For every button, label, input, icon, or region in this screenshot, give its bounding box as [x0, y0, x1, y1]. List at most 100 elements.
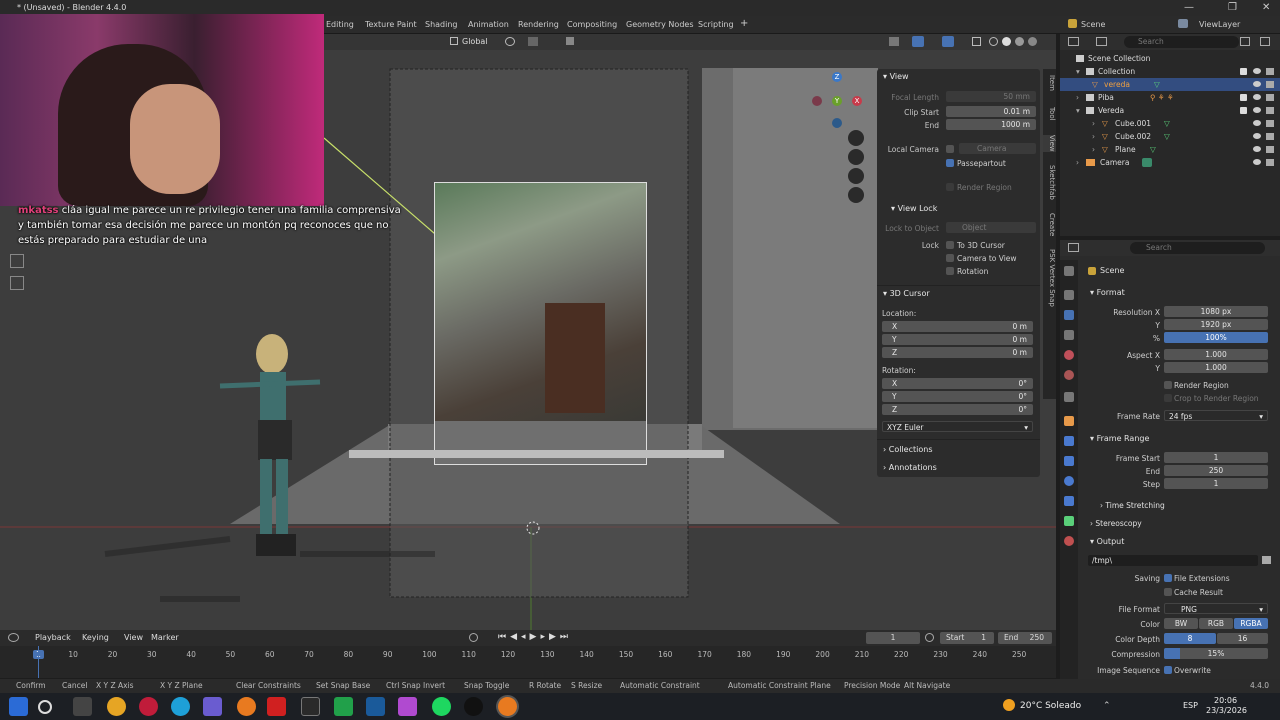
eye-icon[interactable]: [1253, 68, 1261, 74]
step-field[interactable]: 1: [1164, 478, 1268, 489]
xray-icon[interactable]: [972, 37, 981, 46]
pycharm-icon[interactable]: [334, 697, 353, 716]
marker-menu[interactable]: Marker: [151, 633, 179, 642]
view-layer-tab-icon[interactable]: [1064, 330, 1074, 340]
video-app-icon[interactable]: [267, 697, 286, 716]
local-camera-checkbox[interactable]: [946, 145, 954, 153]
file-extensions-checkbox[interactable]: [1164, 574, 1172, 582]
solid-shading-icon[interactable]: [1002, 37, 1011, 46]
cache-result-checkbox[interactable]: [1164, 588, 1172, 596]
cursor-rot-z-field[interactable]: Z 0°: [882, 404, 1033, 415]
scene-selector[interactable]: Scene: [1081, 20, 1105, 29]
edge-icon[interactable]: [171, 697, 190, 716]
outliner-search-input[interactable]: Search: [1124, 36, 1239, 48]
exclude-checkbox[interactable]: [1240, 68, 1247, 75]
lock-to-object-field[interactable]: Object: [946, 222, 1036, 233]
gizmo-z-axis[interactable]: Z: [832, 72, 842, 82]
collection-tab-icon[interactable]: [1064, 392, 1074, 402]
minimize-button[interactable]: —: [1184, 2, 1194, 13]
obs-icon[interactable]: [464, 697, 483, 716]
view-section-header[interactable]: ▾ View: [883, 72, 909, 81]
frame-end-field[interactable]: 250: [1164, 465, 1268, 476]
exclude-checkbox[interactable]: [1240, 107, 1247, 114]
proportional-edit-icon[interactable]: [566, 37, 574, 45]
tab-scripting[interactable]: Scripting: [698, 20, 734, 29]
tab-compositing[interactable]: Compositing: [567, 20, 617, 29]
properties-editor-icon[interactable]: [1068, 243, 1079, 252]
filter-icon[interactable]: [1240, 37, 1250, 46]
camera-render-icon[interactable]: [1266, 146, 1274, 153]
view-lock-header[interactable]: ▾ View Lock: [891, 204, 937, 213]
paint-icon[interactable]: [398, 697, 417, 716]
zoom-icon[interactable]: [848, 130, 864, 146]
crop-checkbox[interactable]: [1164, 394, 1172, 402]
output-header[interactable]: ▾ Output: [1090, 537, 1124, 546]
focal-length-field[interactable]: 50 mm: [946, 91, 1036, 102]
gizmo-x-axis[interactable]: X: [852, 96, 862, 106]
outliner-row-vereda-selected[interactable]: ▽ vereda ▽: [1060, 78, 1280, 91]
cursor-rot-y-field[interactable]: Y 0°: [882, 391, 1033, 402]
eye-icon[interactable]: [1253, 133, 1261, 139]
outliner-row-cube002[interactable]: › ▽ Cube.002 ▽: [1060, 130, 1280, 143]
output-tab-icon[interactable]: [1064, 310, 1074, 320]
cursor-loc-z-field[interactable]: Z 0 m: [882, 347, 1033, 358]
reference-image-plane[interactable]: [434, 182, 647, 465]
clip-start-field[interactable]: 0.01 m: [946, 106, 1036, 117]
camera-view-icon[interactable]: [848, 168, 864, 184]
tab-psk-vertex-snap[interactable]: PSK Vertex Snap: [1043, 249, 1056, 307]
character-model[interactable]: [210, 334, 330, 574]
format-header[interactable]: ▾ Format: [1090, 288, 1125, 297]
tab-animation[interactable]: Animation: [468, 20, 509, 29]
annotations-header[interactable]: › Annotations: [883, 463, 937, 472]
rotation-lock-checkbox[interactable]: [946, 267, 954, 275]
vs-icon[interactable]: [366, 697, 385, 716]
overwrite-checkbox[interactable]: [1164, 666, 1172, 674]
data-tab-icon[interactable]: [1064, 516, 1074, 526]
display-mode-icon[interactable]: [1096, 37, 1107, 46]
gizmo-neg-z[interactable]: [832, 118, 842, 128]
frame-range-header[interactable]: ▾ Frame Range: [1090, 434, 1149, 443]
clock-date[interactable]: 23/3/2026: [1206, 706, 1247, 715]
3d-cursor-header[interactable]: ▾ 3D Cursor: [883, 289, 930, 298]
folder-icon[interactable]: [1262, 556, 1271, 564]
properties-search-input[interactable]: Search: [1130, 242, 1265, 254]
pan-hand-icon[interactable]: [848, 149, 864, 165]
keying-menu[interactable]: Keying: [82, 633, 109, 642]
time-stretching-header[interactable]: › Time Stretching: [1100, 501, 1165, 510]
color-depth-8-button[interactable]: 8: [1164, 633, 1216, 644]
res-y-field[interactable]: 1920 px: [1164, 319, 1268, 330]
language-indicator[interactable]: ESP: [1183, 701, 1198, 710]
add-workspace-button[interactable]: +: [740, 18, 748, 29]
gizmo-toggle-icon[interactable]: [912, 36, 924, 47]
tab-create[interactable]: Create: [1043, 213, 1056, 236]
constraints-tab-icon[interactable]: [1064, 496, 1074, 506]
eye-icon[interactable]: [1253, 107, 1261, 113]
particles-tab-icon[interactable]: [1064, 456, 1074, 466]
color-rgba-button[interactable]: RGBA: [1234, 618, 1268, 629]
blender-taskbar-icon[interactable]: [237, 697, 256, 716]
new-collection-icon[interactable]: [1260, 37, 1270, 46]
camera-render-icon[interactable]: [1266, 94, 1274, 101]
tab-rendering[interactable]: Rendering: [518, 20, 559, 29]
gizmo-y-axis[interactable]: Y: [832, 96, 842, 106]
color-depth-16-button[interactable]: 16: [1217, 633, 1268, 644]
eye-icon[interactable]: [1253, 120, 1261, 126]
add-cube-tool-icon[interactable]: [10, 276, 24, 290]
aspect-x-field[interactable]: 1.000: [1164, 349, 1268, 360]
physics-tab-icon[interactable]: [1064, 476, 1074, 486]
tool-tab-icon[interactable]: [1064, 266, 1074, 276]
file-format-dropdown[interactable]: PNG ▾: [1164, 603, 1268, 614]
camera-render-icon[interactable]: [1266, 159, 1274, 166]
overlay-toggle-icon[interactable]: [942, 36, 954, 47]
wireframe-shading-icon[interactable]: [989, 37, 998, 46]
render-region-checkbox[interactable]: [1164, 381, 1172, 389]
view-layer-selector[interactable]: ViewLayer: [1199, 20, 1240, 29]
camera-render-icon[interactable]: [1266, 133, 1274, 140]
outliner-row-piba[interactable]: › Piba ⚲ ⚘ ⚘: [1060, 91, 1280, 104]
camera-render-icon[interactable]: [1266, 107, 1274, 114]
start-frame-field[interactable]: Start 1: [940, 632, 994, 644]
material-shading-icon[interactable]: [1015, 37, 1024, 46]
clock-time[interactable]: 20:06: [1214, 696, 1237, 705]
res-x-field[interactable]: 1080 px: [1164, 306, 1268, 317]
rotation-mode-dropdown[interactable]: XYZ Euler ▾: [882, 421, 1033, 432]
